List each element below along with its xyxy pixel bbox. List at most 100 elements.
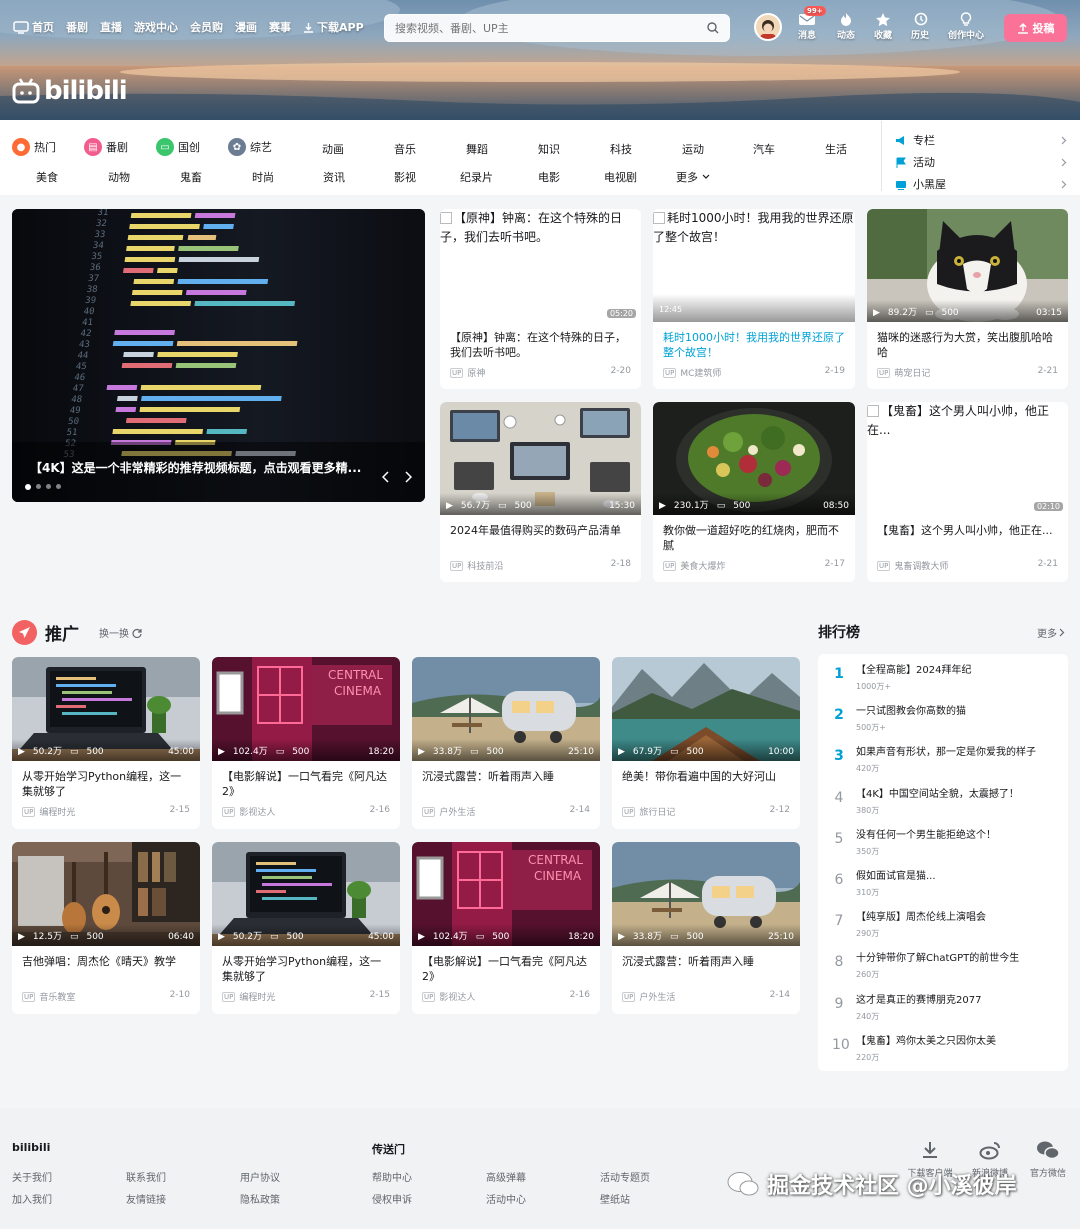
video-thumbnail[interactable]: CENTRAL CINEMA ▶ 102.4万 ▭ 500 18:20	[212, 657, 400, 761]
video-thumbnail[interactable]: 【原神】钟离：在这个特殊的日子，我们去听书吧。 05:20	[440, 209, 641, 322]
channel-tech[interactable]: 科技	[610, 141, 632, 157]
bilibili-logo[interactable]: bilibili	[12, 76, 128, 106]
chevron-right-icon[interactable]	[404, 471, 412, 483]
channel-knowledge[interactable]: 知识	[538, 141, 560, 157]
video-card[interactable]: 【鬼畜】这个男人叫小帅，他正在... 02:10 【鬼畜】这个男人叫小帅，他正在…	[867, 402, 1068, 582]
nav-manga[interactable]: 漫画	[230, 19, 262, 35]
nav-live[interactable]: 直播	[95, 19, 127, 35]
video-title[interactable]: 绝美！带你看遍中国的大好河山	[612, 769, 800, 799]
channel-car[interactable]: 汽车	[753, 141, 775, 157]
ranking-item[interactable]: 6 假如面试官是猫... 310万	[818, 870, 1068, 898]
video-title[interactable]: 从零开始学习Python编程，这一集就够了	[12, 769, 200, 799]
video-thumbnail[interactable]: ▶ 12.5万 ▭ 500 06:40	[12, 842, 200, 946]
channel-movie[interactable]: 电影	[538, 169, 560, 185]
side-channel-column[interactable]: 专栏	[895, 132, 1067, 148]
video-thumbnail[interactable]: 【鬼畜】这个男人叫小帅，他正在... 02:10	[867, 402, 1068, 515]
ranking-item[interactable]: 9 这才是真正的赛博朋克2077 240万	[818, 994, 1068, 1022]
promo-video-card[interactable]: ▶ 33.8万 ▭ 500 25:10 沉浸式露营：听着雨声入睡 UP 户外生活 2-14	[412, 657, 600, 829]
uploader[interactable]: UP 影视达人	[222, 805, 275, 818]
video-thumbnail[interactable]: ▶ 67.9万 ▭ 500 10:00	[612, 657, 800, 761]
video-thumbnail[interactable]: ▶ 56.7万 ▭ 500 15:30	[440, 402, 641, 515]
uploader[interactable]: UP 户外生活	[422, 805, 475, 818]
video-thumbnail[interactable]: ▶ 50.2万 ▭ 500 45:00	[12, 657, 200, 761]
nav-messages[interactable]: 99+ 消息	[798, 6, 826, 41]
footer-link[interactable]: 联系我们	[126, 1169, 166, 1184]
footer-link[interactable]: 友情链接	[126, 1191, 166, 1206]
footer-link[interactable]: 隐私政策	[240, 1191, 280, 1206]
uploader[interactable]: UP 美食大爆炸	[663, 559, 725, 572]
promo-video-card[interactable]: CENTRAL CINEMA ▶ 102.4万 ▭ 500 18:20 【电影解说】一口气…	[212, 657, 400, 829]
side-channel-activity[interactable]: 活动	[895, 154, 1067, 170]
search-icon[interactable]	[707, 22, 719, 34]
promo-video-card[interactable]: ▶ 33.8万 ▭ 500 25:10 沉浸式露营：听着雨声入睡 UP 户外生活 2-14	[612, 842, 800, 1014]
video-title[interactable]: 吉他弹唱：周杰伦《晴天》教学	[12, 954, 200, 984]
video-thumbnail[interactable]: ▶ 33.8万 ▭ 500 25:10	[612, 842, 800, 946]
nav-mall[interactable]: 会员购	[185, 19, 228, 35]
video-thumbnail[interactable]: ▶ 50.2万 ▭ 500 45:00	[212, 842, 400, 946]
video-title[interactable]: 猫咪的迷惑行为大赏，笑出腹肌哈哈哈	[867, 330, 1068, 360]
footer-link[interactable]: 加入我们	[12, 1191, 52, 1206]
channel-sports[interactable]: 运动	[682, 141, 704, 157]
channel-animals[interactable]: 动物	[108, 169, 130, 185]
video-title[interactable]: 从零开始学习Python编程，这一集就够了	[212, 954, 400, 984]
promo-video-card[interactable]: ▶ 67.9万 ▭ 500 10:00 绝美！带你看遍中国的大好河山 UP 旅行日记 2-1…	[612, 657, 800, 829]
video-title[interactable]: 沉浸式露营：听着雨声入睡	[612, 954, 800, 984]
nav-home[interactable]: 首页	[8, 19, 59, 35]
nav-game-center[interactable]: 游戏中心	[129, 19, 183, 35]
footer-link[interactable]: 活动中心	[486, 1191, 526, 1206]
carousel-title[interactable]: 【4K】这是一个非常精彩的推荐视频标题，点击观看更多精...	[30, 459, 410, 476]
promo-video-card[interactable]: CENTRAL CINEMA ▶ 102.4万 ▭ 500 18:20 【电影解说】一口气…	[412, 842, 600, 1014]
uploader[interactable]: UP 音乐教室	[22, 990, 75, 1003]
ranking-item[interactable]: 10 【鬼畜】鸡你太美之只因你太美 220万	[818, 1035, 1068, 1063]
footer-wechat[interactable]: 官方微信	[1020, 1140, 1076, 1179]
carousel-dot[interactable]	[46, 484, 51, 489]
chevron-left-icon[interactable]	[382, 471, 390, 483]
footer-link[interactable]: 活动专题页	[600, 1169, 650, 1184]
uploader[interactable]: UP 编程时光	[222, 990, 275, 1003]
channel-variety[interactable]: ✿ 综艺	[228, 138, 272, 156]
video-card[interactable]: ▶ 56.7万 ▭ 500 15:30 2024年最值得购买的数码产品清单 UP 科技…	[440, 402, 641, 582]
channel-guochuang[interactable]: ▭ 国创	[156, 138, 200, 156]
avatar[interactable]	[754, 13, 782, 41]
video-title[interactable]: 【鬼畜】这个男人叫小帅，他正在...	[867, 523, 1068, 553]
channel-food[interactable]: 美食	[36, 169, 58, 185]
ranking-more-link[interactable]: 更多	[1037, 625, 1065, 640]
promo-video-card[interactable]: ▶ 12.5万 ▭ 500 06:40 吉他弹唱：周杰伦《晴天》教学 UP 音乐教室 2-1…	[12, 842, 200, 1014]
video-title[interactable]: 沉浸式露营：听着雨声入睡	[412, 769, 600, 799]
channel-more[interactable]: 更多	[676, 169, 710, 185]
uploader[interactable]: UP 原神	[450, 366, 485, 379]
channel-hot[interactable]: ● 热门	[12, 138, 56, 156]
video-card[interactable]: ▶ 89.2万 ▭ 500 03:15 猫咪的迷惑行为大赏，笑出腹肌哈哈哈 UP 萌宠…	[867, 209, 1068, 389]
video-title[interactable]: 【原神】钟离：在这个特殊的日子，我们去听书吧。	[440, 330, 641, 360]
nav-history[interactable]: 历史	[911, 12, 929, 41]
nav-bangumi[interactable]: 番剧	[61, 19, 93, 35]
uploader[interactable]: UP 萌宠日记	[877, 366, 930, 379]
uploader[interactable]: UP 户外生活	[622, 990, 675, 1003]
promo-video-card[interactable]: ▶ 50.2万 ▭ 500 45:00 从零开始学习Python编程，这一集就够了 UP…	[12, 657, 200, 829]
video-card[interactable]: ▶ 230.1万 ▭ 500 08:50 教你做一道超好吃的红烧肉，肥而不腻 UP 美…	[653, 402, 855, 582]
footer-link[interactable]: 壁纸站	[600, 1191, 630, 1206]
nav-creator-center[interactable]: 创作中心	[948, 12, 984, 41]
carousel-dot[interactable]	[56, 484, 61, 489]
channel-life[interactable]: 生活	[825, 141, 847, 157]
video-thumbnail[interactable]: CENTRAL CINEMA ▶ 102.4万 ▭ 500 18:20	[412, 842, 600, 946]
carousel-dot[interactable]	[25, 484, 31, 490]
channel-music[interactable]: 音乐	[394, 141, 416, 157]
footer-link[interactable]: 帮助中心	[372, 1169, 412, 1184]
uploader[interactable]: UP 影视达人	[422, 990, 475, 1003]
channel-news[interactable]: 资讯	[323, 169, 345, 185]
channel-film-tv[interactable]: 影视	[394, 169, 416, 185]
video-card[interactable]: 【原神】钟离：在这个特殊的日子，我们去听书吧。 05:20 【原神】钟离：在这个…	[440, 209, 641, 389]
uploader[interactable]: UP 鬼畜调教大师	[877, 559, 948, 572]
footer-link[interactable]: 侵权申诉	[372, 1191, 412, 1206]
carousel[interactable]: 31 32 33 34 35 36 37 38 39 40 41 42 43 44 45 46 47 48 49 50…	[12, 209, 425, 502]
channel-bangumi[interactable]: ▤ 番剧	[84, 138, 128, 156]
channel-animation[interactable]: 动画	[322, 141, 344, 157]
refresh-button[interactable]: 换一换	[99, 625, 142, 640]
search-input[interactable]	[395, 21, 707, 35]
ranking-item[interactable]: 7 【纯享版】周杰伦线上演唱会 290万	[818, 911, 1068, 939]
uploader[interactable]: UP 科技前沿	[450, 559, 503, 572]
channel-documentary[interactable]: 纪录片	[460, 169, 493, 185]
ranking-item[interactable]: 1 【全程高能】2024拜年纪 1000万+	[818, 664, 1068, 692]
video-card[interactable]: 耗时1000小时！我用我的世界还原了整个故宫！ 12:45 耗时1000小时！我…	[653, 209, 855, 389]
